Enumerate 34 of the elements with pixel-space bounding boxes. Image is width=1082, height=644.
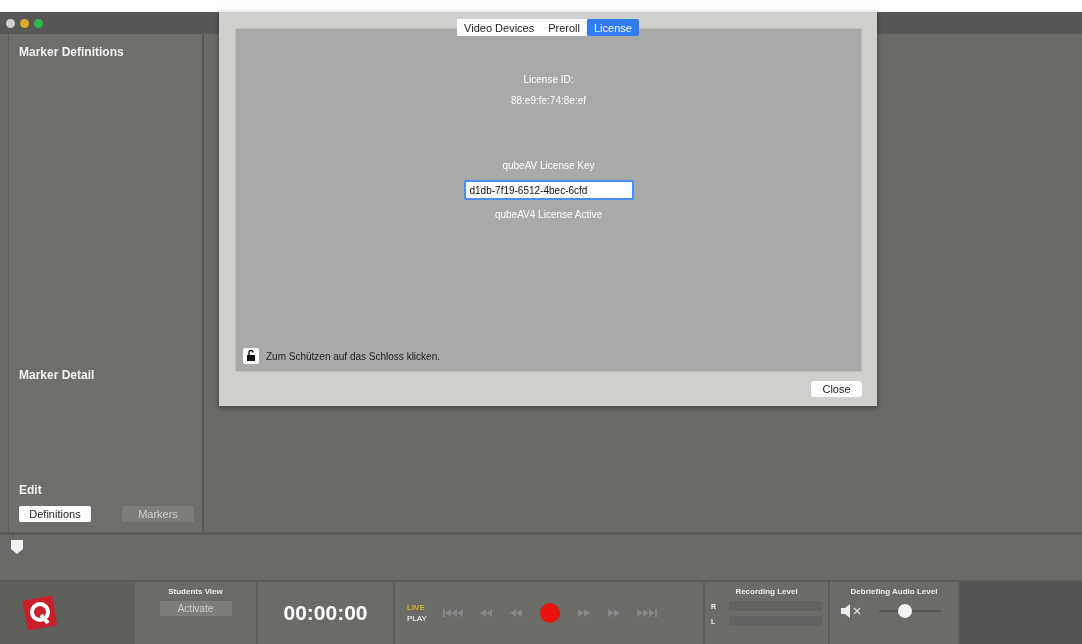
- tab[interactable]: License: [587, 19, 639, 36]
- minimize-light-icon[interactable]: [20, 18, 29, 28]
- license-key-field[interactable]: d1db-7f19-6512-4bec-6cfd: [463, 180, 634, 200]
- license-status: qubeAV4 License Active: [494, 209, 603, 220]
- rewind-icon[interactable]: [478, 608, 493, 618]
- timecode: 00:00:00: [283, 601, 368, 625]
- zoom-light-icon[interactable]: [34, 18, 43, 28]
- skip-start-icon[interactable]: [442, 608, 463, 618]
- tab[interactable]: Preroll: [541, 19, 587, 36]
- close-light-icon[interactable]: [6, 18, 15, 28]
- playhead-handle[interactable]: [10, 539, 24, 555]
- timeline-track[interactable]: [0, 532, 1082, 582]
- panel-title: Debriefing Audio Level: [850, 587, 938, 596]
- play-label[interactable]: PLAY: [407, 614, 427, 623]
- panel-title: Recording Level: [734, 587, 799, 596]
- section-title: Marker Detail: [19, 368, 95, 382]
- skip-end-icon[interactable]: [636, 608, 657, 618]
- license-id-label: License ID:: [523, 74, 574, 85]
- step-forward-icon[interactable]: [576, 608, 591, 618]
- close-button[interactable]: Close: [811, 381, 862, 397]
- app-logo-icon: [22, 595, 58, 631]
- tab[interactable]: Video Devices: [457, 19, 542, 36]
- edit-mode-button[interactable]: Definitions: [19, 506, 91, 522]
- panel-title: Students View: [168, 587, 223, 596]
- unlocked-padlock-icon[interactable]: [243, 348, 259, 364]
- section-title: Edit: [19, 483, 43, 497]
- step-back-icon[interactable]: [508, 608, 523, 618]
- record-icon[interactable]: [538, 602, 561, 624]
- fast-forward-icon[interactable]: [606, 608, 621, 618]
- license-id-value: 88:e9:fe:74:8e:ef: [510, 95, 587, 106]
- mute-icon[interactable]: [840, 604, 862, 618]
- license-key-label: qubeAV License Key: [502, 160, 595, 171]
- lock-hint: Zum Schützen auf das Schloss klicken.: [266, 350, 440, 362]
- section-title: Marker Definitions: [19, 45, 124, 59]
